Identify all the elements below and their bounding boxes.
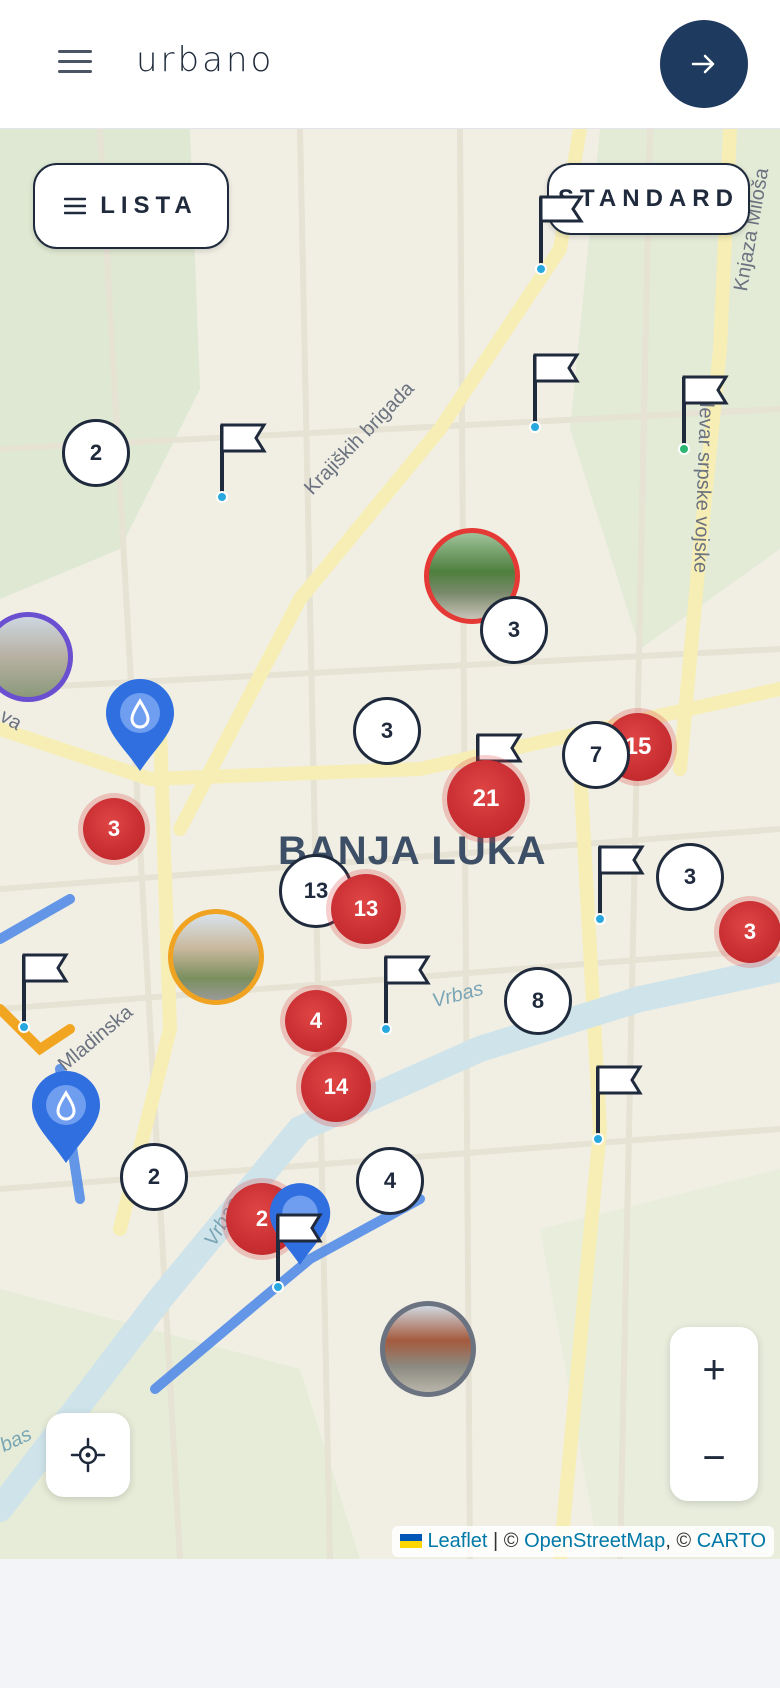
flag-marker-icon[interactable]: [214, 417, 274, 507]
flag-marker-icon[interactable]: [592, 839, 652, 929]
cluster-marker[interactable]: 13: [331, 874, 401, 944]
flag-marker-icon[interactable]: [533, 189, 593, 279]
app-header: urbano: [0, 0, 780, 129]
osm-link[interactable]: OpenStreetMap: [524, 1530, 665, 1552]
locate-button[interactable]: [46, 1413, 130, 1497]
hamburger-icon[interactable]: [58, 48, 92, 76]
cluster-marker[interactable]: 3: [719, 901, 780, 963]
cluster-marker[interactable]: 4: [356, 1147, 424, 1215]
app-logo: urbano: [136, 40, 275, 80]
water-pin-icon[interactable]: [104, 677, 176, 773]
photo-marker[interactable]: [168, 909, 264, 1005]
cluster-marker[interactable]: 3: [656, 843, 724, 911]
leaflet-link[interactable]: Leaflet: [427, 1530, 487, 1552]
map-attribution: Leaflet | © OpenStreetMap, © CARTO: [391, 1526, 774, 1557]
cluster-marker[interactable]: 2: [62, 419, 130, 487]
list-icon: [64, 197, 87, 215]
flag-marker-icon[interactable]: [676, 369, 736, 459]
list-button[interactable]: LISTA: [33, 163, 229, 249]
flag-marker-icon[interactable]: [590, 1059, 650, 1149]
flag-marker-icon[interactable]: [16, 947, 76, 1037]
zoom-control: + −: [670, 1327, 758, 1501]
zoom-in-button[interactable]: +: [670, 1327, 758, 1413]
list-button-label: LISTA: [100, 192, 198, 219]
flag-marker-icon[interactable]: [378, 949, 438, 1039]
water-pin-icon[interactable]: [30, 1069, 102, 1165]
cluster-marker[interactable]: 7: [562, 721, 630, 789]
cluster-marker[interactable]: 8: [504, 967, 572, 1035]
cluster-marker[interactable]: 3: [480, 596, 548, 664]
flag-marker-icon[interactable]: [270, 1207, 330, 1297]
cluster-marker[interactable]: 21: [447, 760, 525, 838]
map[interactable]: Krajiških brigada Bulevar srpske vojske …: [0, 129, 780, 1559]
attribution-separator: | ©: [487, 1530, 525, 1552]
cluster-marker[interactable]: 2: [120, 1143, 188, 1211]
cluster-marker[interactable]: 14: [301, 1052, 371, 1122]
cluster-marker[interactable]: 3: [353, 697, 421, 765]
arrow-right-icon[interactable]: [660, 20, 748, 108]
flag-marker-icon[interactable]: [527, 347, 587, 437]
carto-link[interactable]: CARTO: [697, 1530, 766, 1552]
photo-marker[interactable]: [380, 1301, 476, 1397]
footer-area: [0, 1560, 780, 1688]
cluster-marker[interactable]: 4: [285, 990, 347, 1052]
crosshair-icon: [70, 1437, 106, 1473]
ukraine-flag-icon: [399, 1534, 422, 1548]
zoom-out-button[interactable]: −: [670, 1415, 758, 1501]
cluster-marker[interactable]: 3: [83, 798, 145, 860]
attribution-separator: , ©: [665, 1530, 697, 1552]
